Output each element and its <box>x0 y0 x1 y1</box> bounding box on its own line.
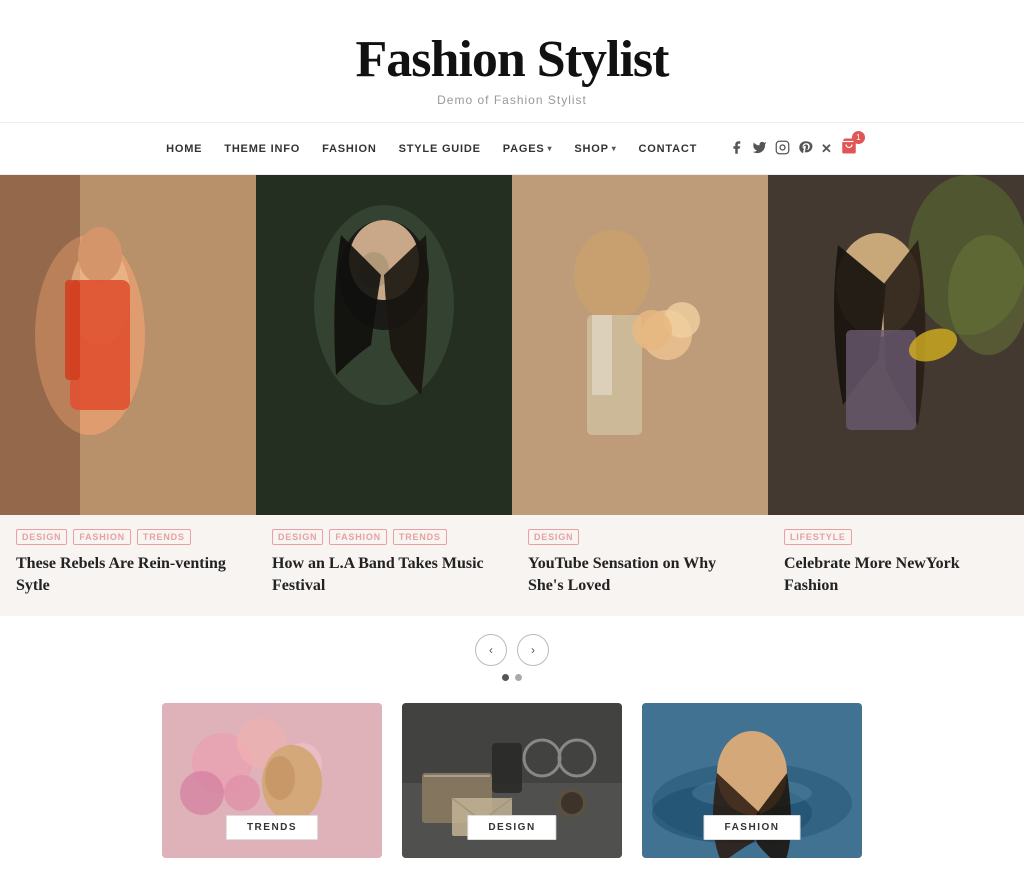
bottom-cards-section: TRENDS DESIGN <box>0 693 1024 888</box>
site-title: Fashion Stylist <box>20 30 1004 89</box>
tag-design[interactable]: DESIGN <box>16 529 67 545</box>
next-arrow-button[interactable]: › <box>517 634 549 666</box>
hero-card-1[interactable]: DESIGN FASHION TRENDS These Rebels Are R… <box>0 175 256 616</box>
twitter-icon[interactable] <box>752 140 767 158</box>
hero-card-2-image <box>256 175 512 515</box>
carousel-dots <box>502 674 522 681</box>
hero-card-2-tags: DESIGN FASHION TRENDS <box>272 529 496 545</box>
tag-design[interactable]: DESIGN <box>272 529 323 545</box>
carousel-dot-1[interactable] <box>502 674 509 681</box>
cart-icon[interactable]: 1 <box>840 137 858 160</box>
hero-card-4-tags: LIFESTYLE <box>784 529 1008 545</box>
hero-card-2-title: How an L.A Band Takes Music Festival <box>272 553 496 596</box>
tag-trends[interactable]: TRENDS <box>137 529 191 545</box>
hero-card-1-title: These Rebels Are Rein-venting Sytle <box>16 553 240 596</box>
x-icon[interactable]: ✕ <box>821 141 832 157</box>
nav-social:  ✕ 1 <box>725 137 858 160</box>
nav-pages[interactable]: PAGES ▾ <box>503 143 553 155</box>
bottom-card-design-label: DESIGN <box>467 815 556 840</box>
hero-card-1-tags: DESIGN FASHION TRENDS <box>16 529 240 545</box>
hero-card-4-title: Celebrate More NewYork Fashion <box>784 553 1008 596</box>
hero-card-3-content: DESIGN YouTube Sensation on Why She's Lo… <box>512 515 768 616</box>
hero-card-4-image <box>768 175 1024 515</box>
hero-card-3-image <box>512 175 768 515</box>
chevron-down-icon: ▾ <box>612 144 617 153</box>
facebook-icon[interactable]:  <box>725 140 744 158</box>
hero-card-4[interactable]: LIFESTYLE Celebrate More NewYork Fashion <box>768 175 1024 616</box>
bottom-card-design[interactable]: DESIGN <box>402 703 622 858</box>
hero-section: DESIGN FASHION TRENDS These Rebels Are R… <box>0 175 1024 616</box>
nav-contact[interactable]: CONTACT <box>639 143 698 155</box>
hero-card-1-image <box>0 175 256 515</box>
carousel-controls: ‹ › <box>0 616 1024 693</box>
bottom-card-fashion[interactable]: FASHION <box>642 703 862 858</box>
hero-card-4-content: LIFESTYLE Celebrate More NewYork Fashion <box>768 515 1024 616</box>
main-nav: HOME THEME INFO FASHION STYLE GUIDE PAGE… <box>0 123 1024 175</box>
nav-shop[interactable]: SHOP ▾ <box>574 143 616 155</box>
bottom-card-fashion-label: FASHION <box>704 815 801 840</box>
bottom-card-trends-label: TRENDS <box>226 815 318 840</box>
hero-card-3-title: YouTube Sensation on Why She's Loved <box>528 553 752 596</box>
chevron-down-icon: ▾ <box>548 144 553 153</box>
nav-style-guide[interactable]: STYLE GUIDE <box>399 143 481 155</box>
cart-badge: 1 <box>852 131 865 144</box>
nav-theme-info[interactable]: THEME INFO <box>224 143 300 155</box>
hero-card-1-content: DESIGN FASHION TRENDS These Rebels Are R… <box>0 515 256 616</box>
prev-arrow-button[interactable]: ‹ <box>475 634 507 666</box>
tag-design[interactable]: DESIGN <box>528 529 579 545</box>
instagram-icon[interactable] <box>775 140 790 158</box>
nav-home[interactable]: HOME <box>166 143 202 155</box>
hero-card-2-content: DESIGN FASHION TRENDS How an L.A Band Ta… <box>256 515 512 616</box>
bottom-card-trends[interactable]: TRENDS <box>162 703 382 858</box>
nav-fashion[interactable]: FASHION <box>322 143 377 155</box>
site-subtitle: Demo of Fashion Stylist <box>20 93 1004 107</box>
tag-fashion[interactable]: FASHION <box>73 529 131 545</box>
pinterest-icon[interactable] <box>798 140 813 158</box>
carousel-arrows: ‹ › <box>475 634 549 666</box>
tag-fashion[interactable]: FASHION <box>329 529 387 545</box>
hero-card-3[interactable]: DESIGN YouTube Sensation on Why She's Lo… <box>512 175 768 616</box>
hero-card-2[interactable]: DESIGN FASHION TRENDS How an L.A Band Ta… <box>256 175 512 616</box>
hero-card-3-tags: DESIGN <box>528 529 752 545</box>
carousel-dot-2[interactable] <box>515 674 522 681</box>
tag-lifestyle[interactable]: LIFESTYLE <box>784 529 852 545</box>
site-header: Fashion Stylist Demo of Fashion Stylist <box>0 0 1024 123</box>
nav-links: HOME THEME INFO FASHION STYLE GUIDE PAGE… <box>166 143 697 155</box>
tag-trends[interactable]: TRENDS <box>393 529 447 545</box>
